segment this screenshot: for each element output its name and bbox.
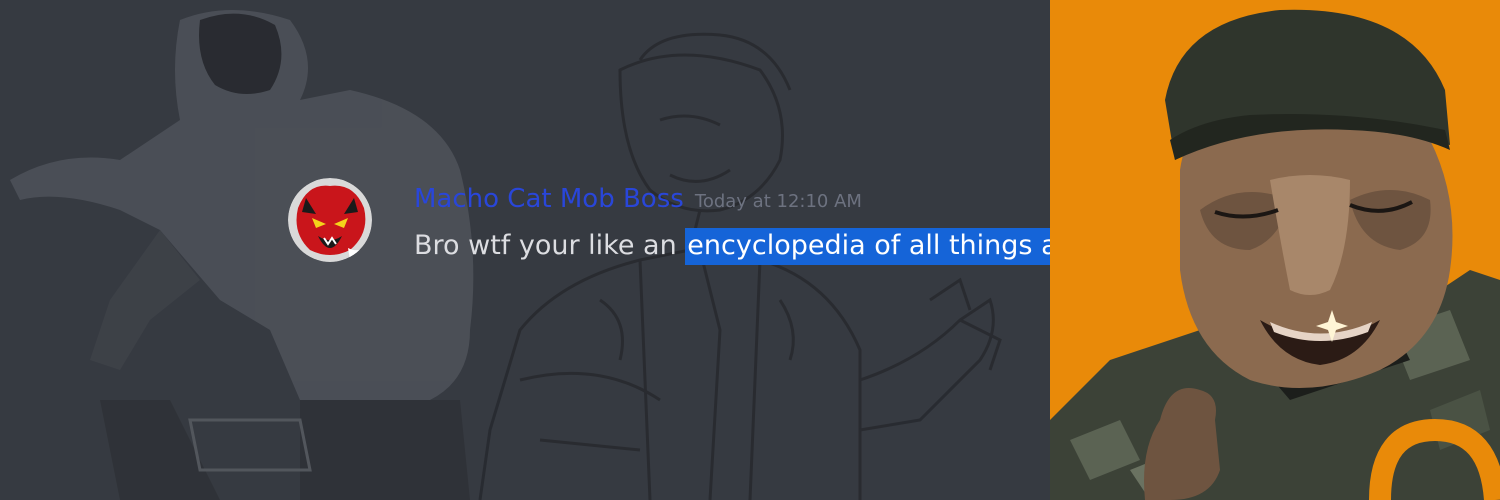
message-timestamp: Today at 12:10 AM [694,191,862,212]
portrait-panel [1050,0,1500,500]
red-cat-avatar-icon [288,178,372,262]
stylized-portrait [1050,9,1500,500]
message-text: Bro wtf your like an encyclopedia of all… [414,228,1050,265]
message-header: Macho Cat Mob Boss Today at 12:10 AM [414,184,862,214]
chat-panel: Macho Cat Mob Boss Today at 12:10 AM Bro… [0,0,1050,500]
message-text-selected: encyclopedia of all things art [685,228,1050,265]
message-username[interactable]: Macho Cat Mob Boss [414,184,684,214]
chat-message: Macho Cat Mob Boss Today at 12:10 AM Bro… [288,178,1050,268]
message-text-plain: Bro wtf your like an [414,230,686,261]
user-avatar[interactable] [288,178,372,262]
profile-banner: Macho Cat Mob Boss Today at 12:10 AM Bro… [0,0,1500,500]
